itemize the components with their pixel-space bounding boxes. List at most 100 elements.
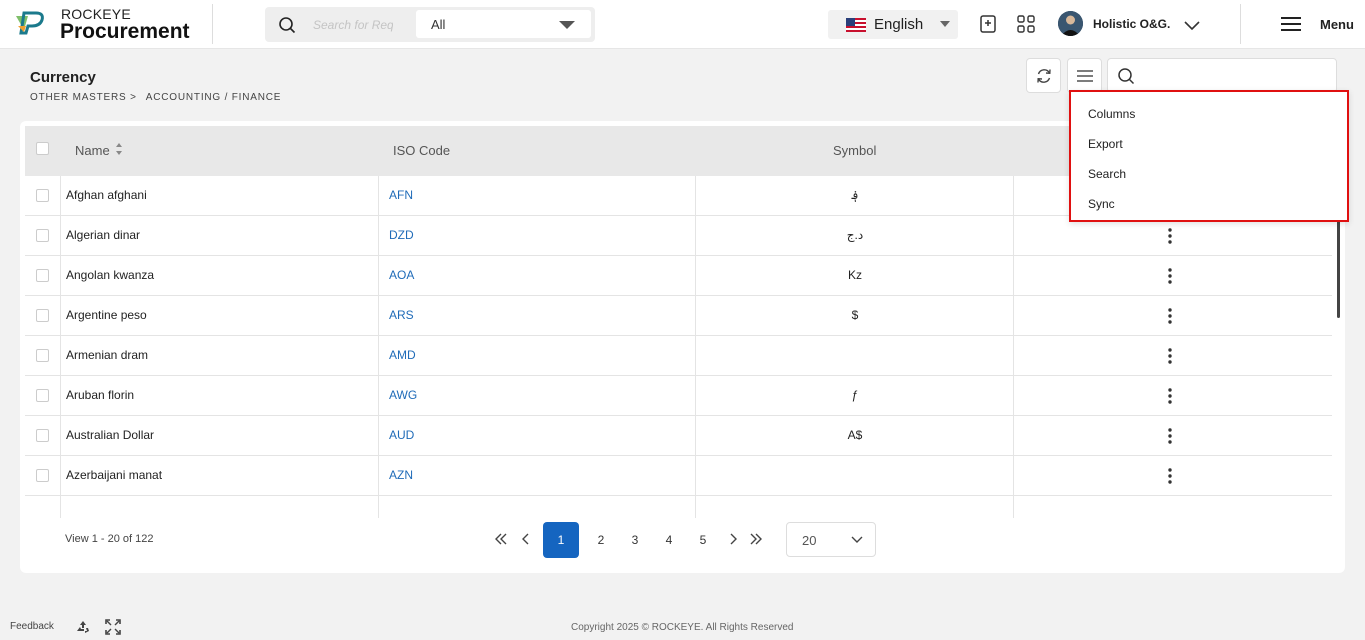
select-all-checkbox[interactable]: [36, 142, 49, 155]
page-size-value: 20: [802, 533, 817, 548]
cell-iso-code[interactable]: AZN: [389, 468, 413, 482]
cell-iso-code[interactable]: AMD: [389, 348, 416, 362]
row-actions-icon[interactable]: [1165, 427, 1175, 445]
avatar[interactable]: [1058, 11, 1083, 36]
search-icon[interactable]: [278, 16, 296, 34]
table-row[interactable]: Armenian dram AMD: [25, 336, 1332, 376]
cell-iso-code[interactable]: ARS: [389, 308, 414, 322]
language-value: English: [874, 16, 924, 33]
menu-item-export[interactable]: Export: [1088, 137, 1123, 151]
sort-icon[interactable]: [115, 142, 123, 156]
table-row[interactable]: Aruban florin AWG ƒ: [25, 376, 1332, 416]
row-checkbox[interactable]: [36, 309, 49, 322]
cell-iso-code[interactable]: AFN: [389, 188, 413, 202]
cell-symbol: ؋: [851, 188, 859, 202]
first-page-icon[interactable]: [494, 532, 508, 546]
cell-iso-code[interactable]: AUD: [389, 428, 414, 442]
chevron-down-icon: [851, 536, 863, 543]
column-header-symbol[interactable]: Symbol: [833, 143, 876, 158]
column-header-iso-code[interactable]: ISO Code: [393, 143, 450, 158]
search-scope-select[interactable]: All: [416, 10, 591, 38]
row-checkbox[interactable]: [36, 389, 49, 402]
last-page-icon[interactable]: [749, 532, 763, 546]
row-actions-icon[interactable]: [1165, 307, 1175, 325]
language-select[interactable]: English: [828, 10, 958, 39]
cell-symbol: د.ج: [846, 228, 864, 242]
grid-search-input[interactable]: [1107, 58, 1337, 93]
feedback-link[interactable]: Feedback: [10, 621, 54, 632]
search-input[interactable]: [313, 15, 393, 35]
menu-item-sync[interactable]: Sync: [1088, 197, 1115, 211]
page-1-button[interactable]: 1: [543, 522, 579, 558]
table-row[interactable]: Angolan kwanza AOA Kz: [25, 256, 1332, 296]
breadcrumb: OTHER MASTERS > ACCOUNTING / FINANCE: [30, 92, 287, 103]
caret-down-icon: [559, 21, 575, 29]
apps-grid-icon[interactable]: [1016, 14, 1036, 34]
cell-name: Algerian dinar: [66, 228, 141, 242]
cell-iso-code[interactable]: AWG: [389, 388, 417, 402]
menu-item-columns[interactable]: Columns: [1088, 107, 1135, 121]
menu-item-search[interactable]: Search: [1088, 167, 1126, 181]
row-checkbox[interactable]: [36, 229, 49, 242]
row-actions-icon[interactable]: [1165, 387, 1175, 405]
list-menu-icon: [1077, 70, 1093, 82]
column-divider: [1013, 176, 1014, 518]
cell-name: Afghan afghani: [66, 188, 147, 202]
column-divider: [378, 176, 379, 518]
previous-page-icon[interactable]: [519, 532, 533, 546]
table-scrollbar[interactable]: [1337, 216, 1340, 318]
breadcrumb-item: ACCOUNTING / FINANCE: [145, 92, 282, 103]
cell-iso-code[interactable]: AOA: [389, 268, 414, 282]
cell-name: Aruban florin: [66, 388, 135, 402]
page-3-button[interactable]: 3: [617, 522, 653, 558]
user-name[interactable]: Holistic O&G.: [1093, 17, 1170, 31]
rockeye-logo-icon[interactable]: [14, 10, 46, 36]
cell-symbol: ƒ: [851, 388, 859, 402]
search-scope-value: All: [431, 17, 446, 32]
cell-symbol: Kz: [847, 268, 862, 282]
cell-symbol: $: [851, 308, 859, 322]
brand-product: Procurement: [60, 20, 190, 43]
cell-name: Angolan kwanza: [66, 268, 155, 282]
column-header-name[interactable]: Name: [75, 143, 110, 158]
divider: [212, 4, 213, 44]
page-2-button[interactable]: 2: [583, 522, 619, 558]
row-checkbox[interactable]: [36, 189, 49, 202]
grid-options-dropdown: Columns Export Search Sync: [1069, 90, 1349, 222]
grid-menu-button[interactable]: [1067, 58, 1102, 93]
cell-symbol: A$: [847, 428, 863, 442]
hamburger-menu-icon[interactable]: [1280, 15, 1302, 33]
next-page-icon[interactable]: [726, 532, 740, 546]
breadcrumb-item[interactable]: OTHER MASTERS >: [30, 92, 137, 103]
menu-button[interactable]: Menu: [1320, 17, 1354, 32]
row-actions-icon[interactable]: [1165, 267, 1175, 285]
row-actions-icon[interactable]: [1165, 227, 1175, 245]
row-checkbox[interactable]: [36, 469, 49, 482]
cell-iso-code[interactable]: DZD: [389, 228, 414, 242]
row-checkbox[interactable]: [36, 269, 49, 282]
refresh-button[interactable]: [1026, 58, 1061, 93]
row-actions-icon[interactable]: [1165, 347, 1175, 365]
page-4-button[interactable]: 4: [651, 522, 687, 558]
divider: [1240, 4, 1241, 44]
table-row[interactable]: Azerbaijani manat AZN: [25, 456, 1332, 496]
column-divider: [695, 176, 696, 518]
view-count: View 1 - 20 of 122: [65, 533, 154, 545]
caret-down-icon: [940, 21, 950, 27]
recycle-icon[interactable]: [75, 619, 91, 635]
row-checkbox[interactable]: [36, 349, 49, 362]
table-row[interactable]: Algerian dinar DZD د.ج: [25, 216, 1332, 256]
column-divider: [60, 176, 61, 518]
fullscreen-icon[interactable]: [105, 619, 121, 635]
row-checkbox[interactable]: [36, 429, 49, 442]
cell-name: Argentine peso: [66, 308, 147, 322]
table-row[interactable]: Australian Dollar AUD A$: [25, 416, 1332, 456]
copyright-text: Copyright 2025 © ROCKEYE. All Rights Res…: [571, 622, 794, 633]
chevron-down-icon[interactable]: [1183, 16, 1201, 34]
page-size-select[interactable]: 20: [786, 522, 876, 557]
bookmark-add-icon[interactable]: [978, 14, 998, 34]
page-5-button[interactable]: 5: [685, 522, 721, 558]
table-row[interactable]: Argentine peso ARS $: [25, 296, 1332, 336]
row-actions-icon[interactable]: [1165, 467, 1175, 485]
us-flag-icon: [846, 18, 866, 32]
